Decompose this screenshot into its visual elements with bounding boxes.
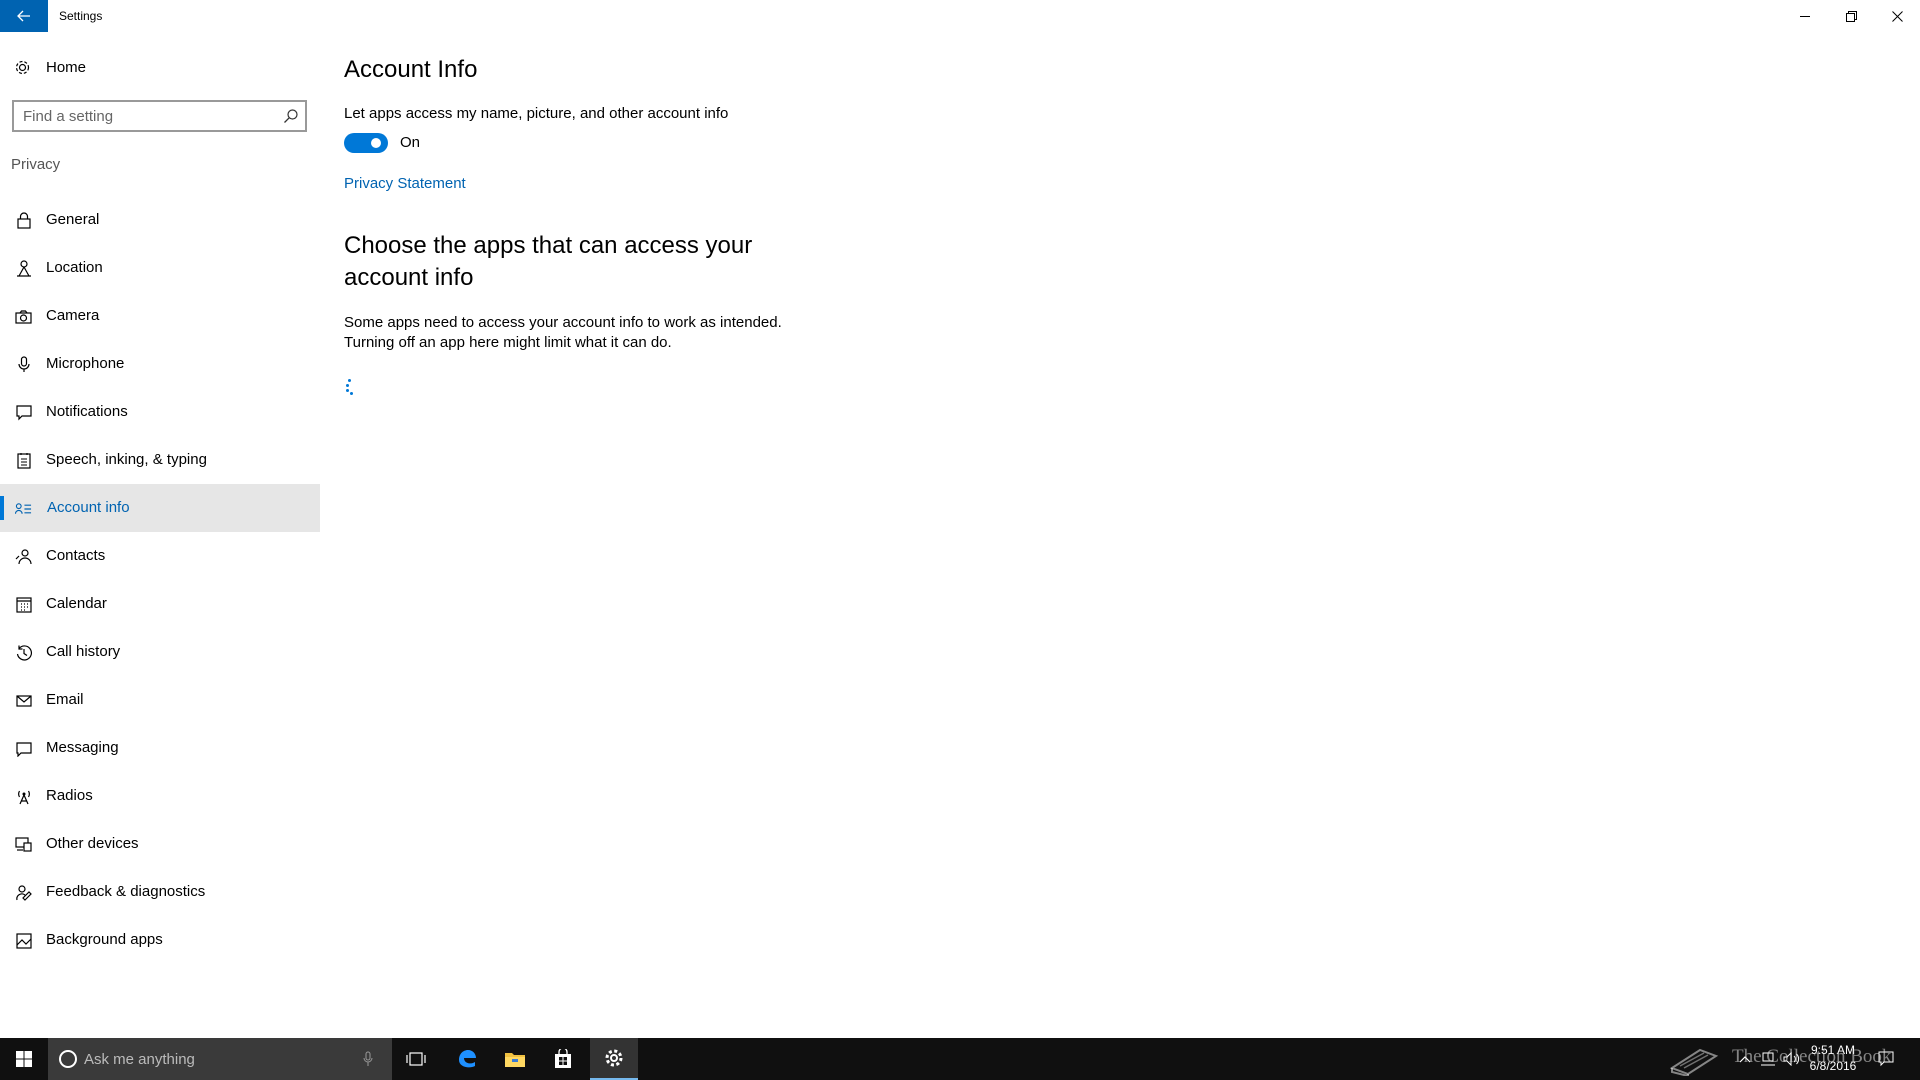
radios-icon: [15, 788, 32, 805]
sidebar-item-contacts[interactable]: Contacts: [0, 532, 320, 580]
store-button[interactable]: [539, 1038, 587, 1080]
sidebar-item-label: Speech, inking, & typing: [46, 451, 207, 468]
calendar-icon: [15, 596, 32, 613]
minimize-icon: [1799, 15, 1810, 17]
location-icon: [15, 260, 32, 277]
restore-button[interactable]: [1828, 0, 1874, 32]
contacts-icon: [15, 548, 32, 565]
feedback-icon: [15, 884, 32, 901]
sidebar-item-speech[interactable]: Speech, inking, & typing: [0, 436, 320, 484]
sidebar-item-email[interactable]: Email: [0, 676, 320, 724]
back-button[interactable]: [0, 0, 48, 32]
toggle-knob: [371, 138, 381, 148]
sidebar-item-label: Microphone: [46, 355, 125, 372]
sidebar-item-label: Contacts: [46, 547, 106, 564]
minimize-button[interactable]: [1782, 0, 1828, 32]
sidebar-home[interactable]: Home: [0, 52, 320, 84]
notifications-icon: [15, 404, 32, 421]
lock-icon: [15, 212, 32, 229]
sidebar-item-label: General: [46, 211, 100, 228]
sidebar-item-location[interactable]: Location: [0, 244, 320, 292]
sidebar-item-label: Background apps: [46, 931, 163, 948]
toggle-state-label: On: [400, 134, 421, 151]
email-icon: [15, 692, 32, 709]
taskbar: 9:51 AM 6/8/2016: [0, 1038, 1920, 1080]
selection-indicator: [0, 496, 4, 520]
call-history-icon: [15, 644, 32, 661]
cortana-icon: [59, 1050, 77, 1068]
sidebar-item-feedback[interactable]: Feedback & diagnostics: [0, 868, 320, 916]
sidebar-item-calendar[interactable]: Calendar: [0, 580, 320, 628]
sidebar-item-label: Other devices: [46, 835, 139, 852]
watermark: The Collection Book: [1670, 1046, 1910, 1076]
sidebar-item-account-info[interactable]: Account info: [0, 484, 320, 532]
title-bar: Settings: [0, 0, 1920, 32]
sidebar: Home Privacy General Location Camera Mic…: [0, 32, 320, 1038]
sidebar-item-label: Location: [46, 259, 103, 276]
edge-icon: [459, 1050, 476, 1068]
speech-icon: [15, 452, 32, 469]
privacy-statement-link[interactable]: Privacy Statement: [344, 175, 466, 192]
home-label: Home: [46, 59, 87, 76]
microphone-icon[interactable]: [363, 1051, 373, 1072]
section-label-privacy: Privacy: [11, 156, 61, 173]
sidebar-item-label: Call history: [46, 643, 121, 660]
file-explorer-button[interactable]: [491, 1038, 539, 1080]
sidebar-item-messaging[interactable]: Messaging: [0, 724, 320, 772]
account-info-toggle[interactable]: [344, 133, 388, 153]
sidebar-item-general[interactable]: General: [0, 196, 320, 244]
sidebar-item-label: Notifications: [46, 403, 128, 420]
task-view-icon: [406, 1052, 426, 1066]
taskbar-search-input[interactable]: [84, 1038, 344, 1080]
sidebar-item-other-devices[interactable]: Other devices: [0, 820, 320, 868]
watermark-text: The Collection Book: [1732, 1046, 1892, 1067]
sidebar-item-label: Messaging: [46, 739, 119, 756]
settings-taskbar-button[interactable]: [590, 1038, 638, 1080]
search-input[interactable]: [14, 102, 274, 130]
account-info-icon: [15, 500, 32, 517]
windows-logo-icon: [16, 1051, 32, 1067]
camera-icon: [15, 308, 32, 325]
messaging-icon: [15, 740, 32, 757]
privacy-nav: General Location Camera Microphone Notif…: [0, 196, 320, 964]
cortana-search-box[interactable]: [48, 1038, 392, 1080]
search-box[interactable]: [12, 100, 307, 132]
book-logo-icon: [1670, 1048, 1719, 1076]
apps-heading: Choose the apps that can access your acc…: [344, 232, 753, 291]
gear-icon: [14, 59, 31, 81]
sidebar-item-label: Email: [46, 691, 84, 708]
other-devices-icon: [15, 836, 32, 853]
sidebar-item-label: Feedback & diagnostics: [46, 883, 206, 900]
page-title: Account Info: [344, 56, 478, 83]
loading-spinner: [344, 378, 356, 396]
search-icon[interactable]: [283, 108, 299, 129]
sidebar-item-label: Calendar: [46, 595, 107, 612]
back-arrow-icon: [17, 10, 30, 22]
edge-button[interactable]: [443, 1038, 491, 1080]
folder-icon: [505, 1053, 525, 1067]
sidebar-item-label: Radios: [46, 787, 93, 804]
apps-description: Some apps need to access your account in…: [344, 314, 782, 351]
sidebar-item-background-apps[interactable]: Background apps: [0, 916, 320, 964]
store-icon: [555, 1049, 571, 1068]
window-title: Settings: [59, 9, 103, 23]
sidebar-item-label: Camera: [46, 307, 100, 324]
sidebar-item-microphone[interactable]: Microphone: [0, 340, 320, 388]
sidebar-item-label: Account info: [47, 499, 130, 516]
sidebar-item-radios[interactable]: Radios: [0, 772, 320, 820]
restore-icon: [1845, 10, 1857, 22]
sidebar-item-camera[interactable]: Camera: [0, 292, 320, 340]
task-view-button[interactable]: [392, 1038, 440, 1080]
start-button[interactable]: [0, 1038, 48, 1080]
background-apps-icon: [15, 932, 32, 949]
setting-description: Let apps access my name, picture, and ot…: [344, 105, 729, 122]
close-button[interactable]: [1874, 0, 1920, 32]
microphone-icon: [15, 356, 32, 373]
gear-icon: [605, 1049, 623, 1067]
sidebar-item-notifications[interactable]: Notifications: [0, 388, 320, 436]
sidebar-item-call-history[interactable]: Call history: [0, 628, 320, 676]
close-icon: [1891, 10, 1903, 22]
